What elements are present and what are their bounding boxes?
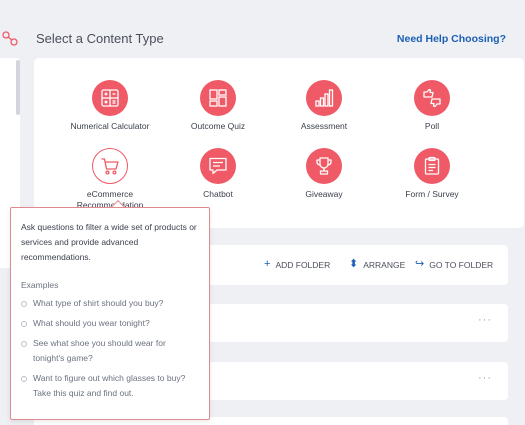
calculator-icon [92, 80, 128, 116]
content-type-label: Chatbot [203, 189, 233, 199]
go-to-folder-button[interactable]: ↪ GO TO FOLDER [415, 259, 493, 270]
content-type-label: Outcome Quiz [190, 121, 246, 131]
content-type-chatbot[interactable]: Chatbot [168, 148, 268, 199]
content-type-assessment[interactable]: Assessment [274, 80, 374, 131]
more-options-icon[interactable]: ··· [478, 314, 492, 326]
tooltip-examples-heading: Examples [21, 280, 59, 290]
more-options-icon[interactable]: ··· [478, 372, 492, 384]
content-type-outcome-quiz[interactable]: Outcome Quiz [168, 80, 268, 131]
share-nodes-icon[interactable] [1, 30, 19, 48]
tooltip-description: Ask questions to filter a wide set of pr… [21, 222, 197, 262]
tooltip-example-item: See what shoe you should wear for tonigh… [21, 336, 199, 366]
need-help-link[interactable]: Need Help Choosing? [397, 33, 506, 45]
content-type-giveaway[interactable]: Giveaway [274, 148, 374, 199]
tooltip-example-item: What should you wear tonight? [21, 316, 199, 331]
go-to-folder-label: GO TO FOLDER [429, 259, 494, 270]
content-type-numerical-calculator[interactable]: Numerical Calculator [60, 80, 160, 131]
add-folder-button[interactable]: + ADD FOLDER [264, 259, 330, 270]
arrange-label: ARRANGE [363, 259, 406, 270]
content-type-tooltip: Ask questions to filter a wide set of pr… [10, 207, 210, 420]
thumbs-icon [414, 80, 450, 116]
content-type-label: Form / Survey [405, 189, 459, 199]
content-type-label: Assessment [300, 121, 348, 131]
content-type-ecommerce-recommendation[interactable]: eCommerce Recommendation [60, 148, 160, 211]
add-folder-label: ADD FOLDER [275, 259, 331, 270]
content-type-label: Giveaway [305, 189, 343, 199]
plus-icon: + [264, 258, 271, 270]
content-type-label: Poll [424, 121, 440, 131]
trophy-icon [306, 148, 342, 184]
tooltip-example-item: What type of shirt should you buy? [21, 296, 199, 311]
left-panel-scrollbar[interactable] [16, 60, 20, 115]
content-type-label: Numerical Calculator [70, 121, 150, 131]
shopping-cart-icon [92, 148, 128, 184]
content-type-form-survey[interactable]: Form / Survey [382, 148, 482, 199]
content-type-poll[interactable]: Poll [382, 80, 482, 131]
outcome-grid-icon [200, 80, 236, 116]
arrange-button[interactable]: ⬍ ARRANGE [349, 259, 405, 270]
chat-bubble-icon [200, 148, 236, 184]
tooltip-examples-list: What type of shirt should you buy? What … [21, 296, 199, 401]
redirect-arrow-icon: ↪ [415, 258, 425, 270]
tooltip-example-item: Want to figure out which glasses to buy?… [21, 371, 199, 401]
content-type-card: Numerical Calculator Outcome Quiz Assess… [34, 58, 524, 228]
clipboard-icon [414, 148, 450, 184]
page-title: Select a Content Type [36, 31, 164, 46]
sort-arrows-icon: ⬍ [349, 258, 359, 270]
bar-chart-icon [306, 80, 342, 116]
